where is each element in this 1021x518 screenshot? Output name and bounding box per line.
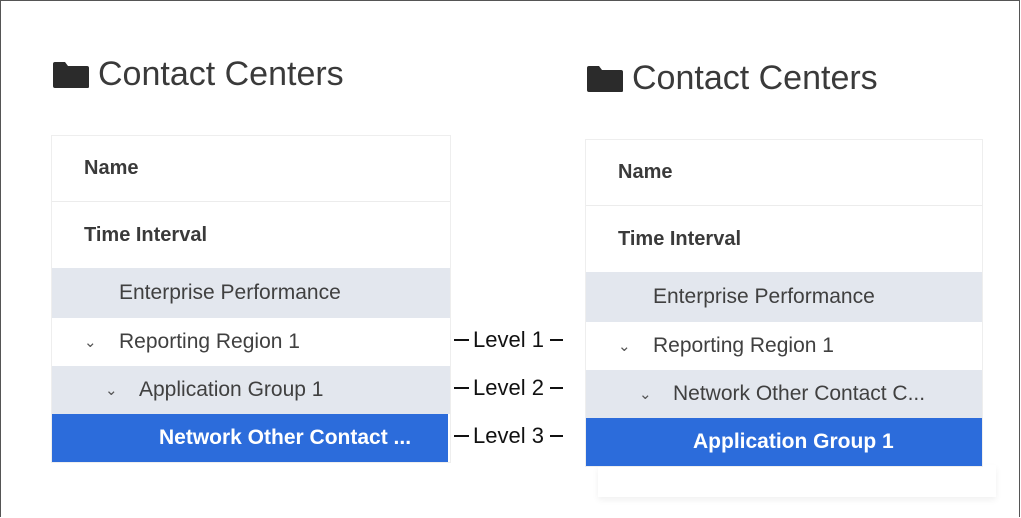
tree-row[interactable]: ⌄ Reporting Region 1	[52, 318, 450, 366]
tree-row[interactable]: Enterprise Performance	[586, 272, 982, 322]
right-tree-grid: Name Time Interval Enterprise Performanc…	[586, 140, 982, 466]
right-panel-title: Contact Centers	[586, 59, 878, 98]
tree-row[interactable]: ⌄ Application Group 1	[52, 366, 450, 414]
level-callout-label: Level 1	[473, 327, 544, 352]
column-header-label: Name	[618, 161, 673, 183]
tree-row[interactable]: ⌄ Network Other Contact C...	[586, 370, 982, 418]
chevron-down-icon[interactable]: ⌄	[639, 385, 661, 403]
chevron-down-icon[interactable]: ⌄	[105, 381, 127, 399]
level-callout: Level 2	[454, 375, 563, 401]
column-header-name[interactable]: Name	[52, 136, 450, 202]
tree-row-label: Enterprise Performance	[653, 285, 875, 308]
chevron-down-icon[interactable]: ⌄	[618, 337, 640, 355]
level-callout-label: Level 2	[473, 375, 544, 400]
tree-row-label: Enterprise Performance	[119, 281, 341, 304]
tree-row-selected[interactable]: Network Other Contact ...	[52, 414, 448, 462]
level-callout-label: Level 3	[473, 423, 544, 448]
level-callout: Level 1	[454, 327, 563, 353]
left-tree-grid: Name Time Interval Enterprise Performanc…	[52, 136, 450, 462]
tree-row-label: Application Group 1	[693, 430, 894, 453]
column-header-name[interactable]: Name	[586, 140, 982, 206]
tree-row-label: Network Other Contact C...	[673, 382, 926, 405]
tree-row[interactable]: Enterprise Performance	[52, 268, 450, 318]
tree-row-selected[interactable]: Application Group 1	[586, 418, 982, 466]
left-panel-title: Contact Centers	[52, 55, 344, 94]
tree-row[interactable]: ⌄ Reporting Region 1	[586, 322, 982, 370]
level-callout: Level 3	[454, 423, 563, 449]
column-header-label: Name	[84, 157, 139, 179]
tree-row-label: Reporting Region 1	[119, 330, 300, 353]
tree-row-label: Network Other Contact ...	[159, 426, 412, 449]
panel-title-text: Contact Centers	[632, 59, 878, 97]
panel-title-text: Contact Centers	[98, 55, 344, 93]
column-header-label: Time Interval	[84, 223, 208, 246]
grid-shadow	[598, 465, 996, 497]
tree-row-label: Reporting Region 1	[653, 334, 834, 357]
column-header-time-interval[interactable]: Time Interval	[586, 206, 982, 272]
column-header-label: Time Interval	[618, 227, 742, 250]
tree-row-label: Application Group 1	[139, 378, 324, 401]
folder-icon	[587, 65, 623, 92]
chevron-down-icon[interactable]: ⌄	[84, 333, 106, 351]
column-header-time-interval[interactable]: Time Interval	[52, 202, 450, 268]
folder-icon	[53, 61, 89, 88]
